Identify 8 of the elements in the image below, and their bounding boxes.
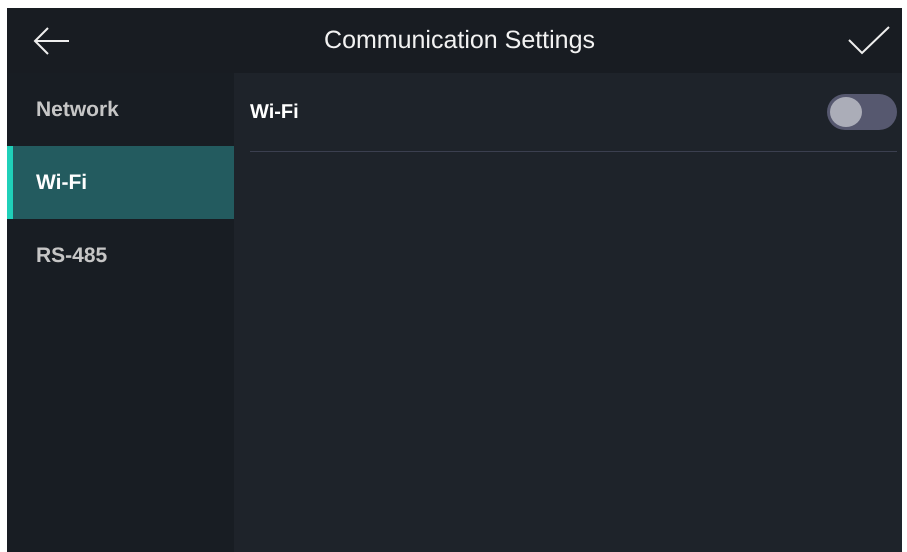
page-title: Communication Settings <box>324 26 595 55</box>
sidebar-item[interactable]: RS-485 <box>7 219 234 292</box>
sidebar-item[interactable]: Network <box>7 73 234 146</box>
toggle-switch[interactable] <box>827 94 897 130</box>
checkmark-icon[interactable] <box>848 26 890 56</box>
back-arrow-icon[interactable] <box>33 26 71 56</box>
sidebar-item[interactable]: Wi-Fi <box>7 146 234 219</box>
setting-label: Wi-Fi <box>250 100 299 124</box>
